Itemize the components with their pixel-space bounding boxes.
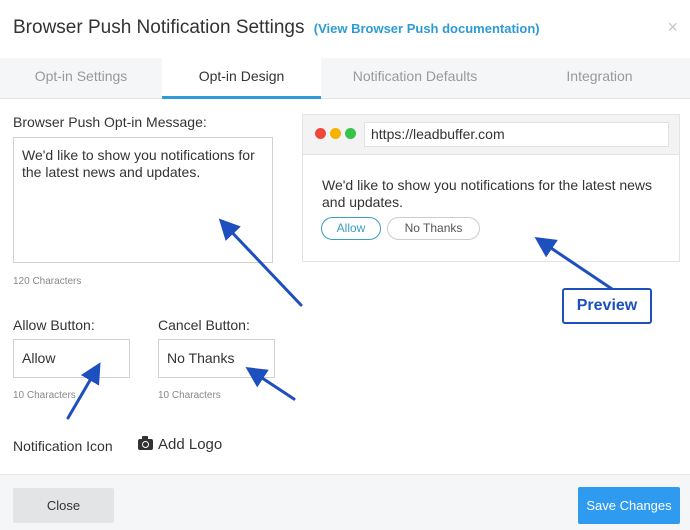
- cancel-button-label: Cancel Button:: [158, 317, 250, 333]
- tab-opt-in-design[interactable]: Opt-in Design: [162, 58, 321, 99]
- modal-title-text: Browser Push Notification Settings: [13, 17, 305, 38]
- preview-callout: Preview: [562, 288, 652, 324]
- tab-label: Integration: [566, 68, 633, 84]
- tab-integration[interactable]: Integration: [509, 58, 690, 99]
- tab-label: Notification Defaults: [352, 68, 478, 84]
- documentation-link[interactable]: (View Browser Push documentation): [314, 21, 540, 36]
- preview-message: We'd like to show you notifications for …: [322, 177, 653, 210]
- preview-allow-button: Allow: [321, 217, 381, 240]
- tab-bar: Opt-in Settings Opt-in Design Notificati…: [0, 58, 690, 99]
- add-logo-button[interactable]: Add Logo: [138, 436, 222, 453]
- window-minimize-dot: [330, 128, 341, 139]
- message-character-count: 120 Characters: [13, 276, 82, 287]
- allow-character-count: 10 Characters: [13, 390, 76, 401]
- window-close-dot: [315, 128, 326, 139]
- close-button[interactable]: Close: [13, 488, 114, 523]
- browser-bar: https://leadbuffer.com: [303, 115, 679, 155]
- modal-header: Browser Push Notification Settings (View…: [0, 0, 690, 58]
- tab-label: Opt-in Design: [198, 68, 285, 84]
- add-logo-label: Add Logo: [158, 436, 223, 453]
- settings-modal: Browser Push Notification Settings (View…: [0, 0, 690, 530]
- save-changes-button[interactable]: Save Changes: [578, 487, 680, 524]
- preview-cancel-button: No Thanks: [387, 217, 480, 240]
- allow-button-input[interactable]: Allow: [13, 339, 130, 378]
- preview-url: https://leadbuffer.com: [364, 122, 669, 147]
- modal-footer: Close Save Changes: [0, 474, 690, 530]
- notification-icon-label: Notification Icon: [13, 438, 113, 454]
- tab-label: Opt-in Settings: [34, 68, 128, 84]
- message-label: Browser Push Opt-in Message:: [13, 114, 207, 130]
- modal-title: Browser Push Notification Settings (View…: [13, 17, 540, 39]
- cancel-button-input[interactable]: No Thanks: [158, 339, 275, 378]
- close-icon[interactable]: ×: [667, 18, 678, 36]
- notification-preview: https://leadbuffer.com We'd like to show…: [302, 114, 680, 262]
- allow-button-label: Allow Button:: [13, 317, 95, 333]
- active-tab-indicator: [162, 96, 321, 99]
- tab-notification-defaults[interactable]: Notification Defaults: [321, 58, 509, 99]
- tab-opt-in-settings[interactable]: Opt-in Settings: [0, 58, 162, 99]
- camera-icon: [138, 436, 153, 450]
- window-maximize-dot: [345, 128, 356, 139]
- cancel-character-count: 10 Characters: [158, 390, 221, 401]
- opt-in-message-textarea[interactable]: We'd like to show you notifications for …: [13, 137, 273, 263]
